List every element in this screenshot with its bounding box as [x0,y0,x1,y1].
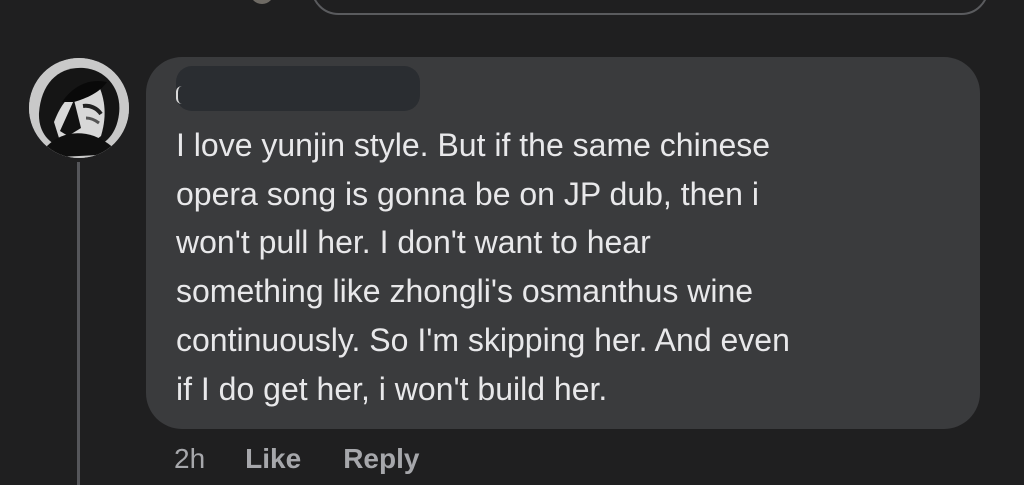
comment-actions: 2h Like Reply [174,441,461,477]
reply-button[interactable]: Reply [343,443,419,475]
comment-time: 2h [174,443,206,474]
like-button[interactable]: Like [245,443,301,475]
comment-thread: I love yunjin style. But if the same chi… [0,0,1024,485]
previous-avatar-fragment [250,0,274,4]
avatar-image [29,58,129,158]
redacted-author-name [176,66,420,111]
comment-input-fragment[interactable] [311,0,989,15]
anime-avatar-icon[interactable] [29,58,129,158]
thread-line [77,162,80,485]
comment-text: I love yunjin style. But if the same chi… [176,127,790,407]
